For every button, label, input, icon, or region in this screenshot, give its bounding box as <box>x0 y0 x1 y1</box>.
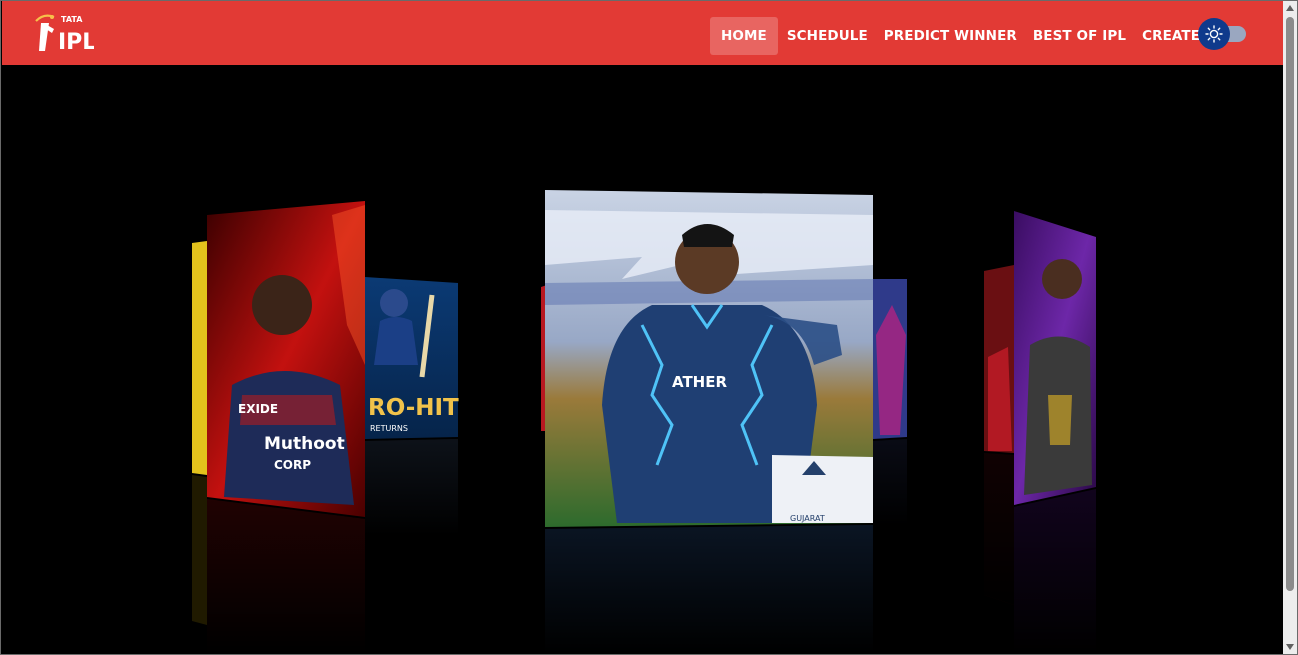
slide-kkr[interactable] <box>1014 211 1096 653</box>
scroll-up-arrow-icon[interactable] <box>1283 1 1297 15</box>
mi-player-head <box>380 289 408 317</box>
slide-csk-edge[interactable] <box>192 241 207 625</box>
slide-gt[interactable]: ATHER GUJARAT <box>545 190 873 653</box>
rcb-jersey-sub: CORP <box>274 458 311 472</box>
gt-jersey-text: ATHER <box>672 373 727 391</box>
sun-icon <box>1205 25 1223 43</box>
ipl-logo-graphic: TATA IPL <box>35 14 96 55</box>
nav-schedule[interactable]: SCHEDULE <box>779 17 876 55</box>
rcb-jersey-text: Muthoot <box>264 434 345 454</box>
nav-best-of-ipl[interactable]: BEST OF IPL <box>1025 17 1134 55</box>
page-scrollbar[interactable] <box>1283 1 1297 654</box>
slide-rr[interactable] <box>873 279 907 525</box>
scrollbar-thumb[interactable] <box>1286 17 1294 591</box>
mi-poster-text: RO-HIT <box>368 395 459 421</box>
logo-ipl-text: IPL <box>58 30 94 55</box>
rcb-sponsor-text: EXIDE <box>238 402 278 416</box>
toggle-thumb <box>1198 18 1230 50</box>
theme-toggle[interactable] <box>1198 18 1248 50</box>
nav-home[interactable]: HOME <box>710 17 778 55</box>
kkr-player-head <box>1042 259 1082 299</box>
rcb-player-head <box>252 275 312 335</box>
slide-pbks[interactable] <box>984 265 1014 605</box>
navbar: TATA IPL HOME SCHEDULE PREDICT WINNER BE… <box>2 1 1283 65</box>
player-carousel[interactable]: EXIDE Muthoot CORP RO-HIT RETURNS ATHER … <box>2 65 1283 654</box>
ipl-logo[interactable]: TATA IPL <box>32 11 96 55</box>
scroll-down-arrow-icon[interactable] <box>1283 640 1297 654</box>
gt-board-text: GUJARAT <box>790 514 825 523</box>
mi-poster-sub: RETURNS <box>370 424 408 433</box>
logo-tata-text: TATA <box>61 15 83 24</box>
carousel-scene: EXIDE Muthoot CORP RO-HIT RETURNS ATHER … <box>192 190 1096 653</box>
nav-predict-winner[interactable]: PREDICT WINNER <box>876 17 1025 55</box>
slide-mi[interactable]: RO-HIT RETURNS <box>365 277 459 535</box>
nav-links: HOME SCHEDULE PREDICT WINNER BEST OF IPL… <box>710 17 1228 55</box>
slide-rcb[interactable]: EXIDE Muthoot CORP <box>207 201 365 653</box>
